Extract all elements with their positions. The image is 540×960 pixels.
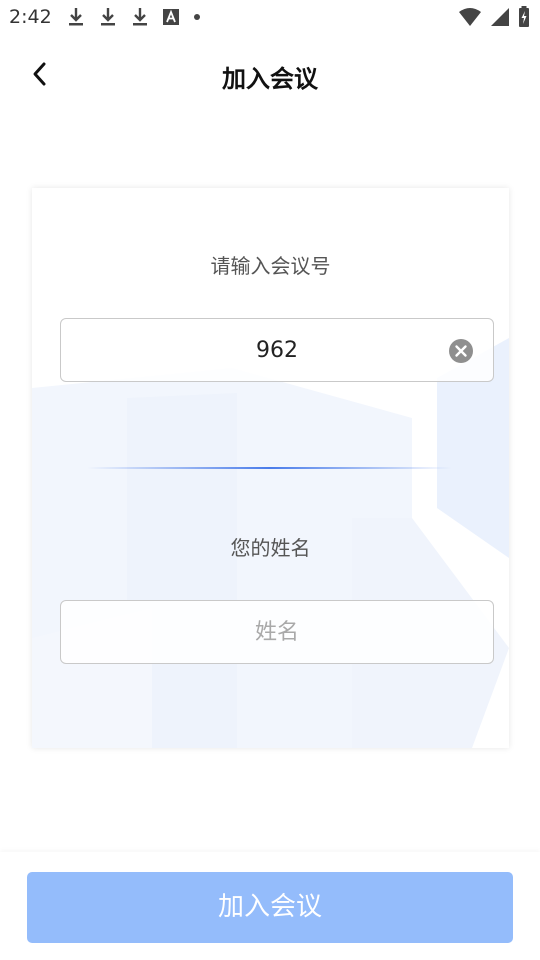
join-form-card: 请输入会议号 您的姓名 bbox=[32, 188, 509, 748]
dot-icon bbox=[194, 14, 200, 20]
name-input[interactable] bbox=[61, 601, 493, 663]
section-divider bbox=[87, 467, 452, 469]
status-bar: 2:42 bbox=[0, 0, 540, 36]
meeting-number-field[interactable] bbox=[60, 318, 494, 382]
signal-icon bbox=[491, 8, 509, 26]
name-label: 您的姓名 bbox=[230, 536, 311, 560]
battery-charging-icon bbox=[519, 6, 529, 27]
join-meeting-button[interactable]: 加入会议 bbox=[27, 872, 513, 943]
meeting-number-input[interactable] bbox=[61, 319, 493, 381]
status-right-icons bbox=[458, 6, 530, 28]
join-meeting-screen: 2:42 加入会议 请输入会议号 962 您的姓名 姓名 加入会议 bbox=[0, 0, 540, 960]
download-icon bbox=[101, 8, 115, 26]
notification-icons bbox=[66, 6, 202, 28]
download-icon bbox=[69, 8, 83, 26]
meeting-number-label: 请输入会议号 bbox=[210, 254, 331, 278]
a-box-icon bbox=[163, 9, 179, 25]
header: 加入会议 bbox=[0, 50, 540, 98]
status-time: 2:42 bbox=[9, 6, 52, 28]
page-title: 加入会议 bbox=[222, 65, 318, 93]
name-field[interactable] bbox=[60, 600, 494, 664]
clear-circle-icon[interactable] bbox=[449, 339, 473, 363]
wifi-icon bbox=[459, 8, 481, 26]
download-icon bbox=[133, 8, 147, 26]
